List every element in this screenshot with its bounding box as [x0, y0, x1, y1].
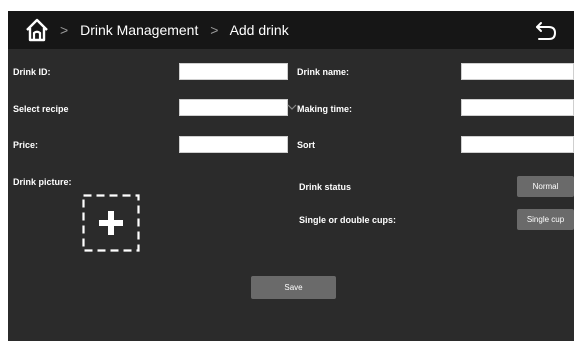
drink-id-input[interactable]	[179, 63, 288, 80]
breadcrumb-separator: >	[210, 22, 219, 38]
top-bar: > Drink Management > Add drink	[8, 11, 574, 49]
price-input[interactable]	[179, 136, 288, 153]
breadcrumb-add-drink: Add drink	[229, 22, 289, 38]
sort-input[interactable]	[461, 136, 574, 153]
undo-arrow-icon[interactable]	[534, 19, 558, 43]
cups-button[interactable]: Single cup	[517, 209, 574, 230]
breadcrumb: > Drink Management > Add drink	[52, 11, 289, 49]
price-label: Price:	[13, 140, 39, 150]
sort-label: Sort	[297, 140, 315, 150]
drink-id-label: Drink ID:	[13, 67, 51, 77]
drink-name-input[interactable]	[461, 63, 574, 80]
cups-label: Single or double cups:	[299, 215, 397, 225]
breadcrumb-separator: >	[60, 22, 69, 38]
home-icon[interactable]	[24, 17, 50, 43]
recipe-select[interactable]	[179, 99, 297, 116]
add-picture-icon[interactable]	[82, 194, 140, 252]
app-screen: > Drink Management > Add drink Drink ID:…	[8, 11, 574, 341]
recipe-select-box[interactable]	[179, 99, 288, 116]
chevron-down-icon[interactable]	[287, 103, 297, 111]
save-button[interactable]: Save	[251, 276, 336, 299]
breadcrumb-drink-management[interactable]: Drink Management	[80, 22, 198, 38]
drink-status-button[interactable]: Normal	[517, 176, 574, 197]
making-time-input[interactable]	[461, 99, 574, 116]
drink-name-label: Drink name:	[297, 67, 350, 77]
making-time-label: Making time:	[297, 104, 353, 114]
drink-status-label: Drink status	[299, 182, 352, 192]
drink-picture-label: Drink picture:	[13, 177, 72, 187]
select-recipe-label: Select recipe	[13, 104, 69, 114]
